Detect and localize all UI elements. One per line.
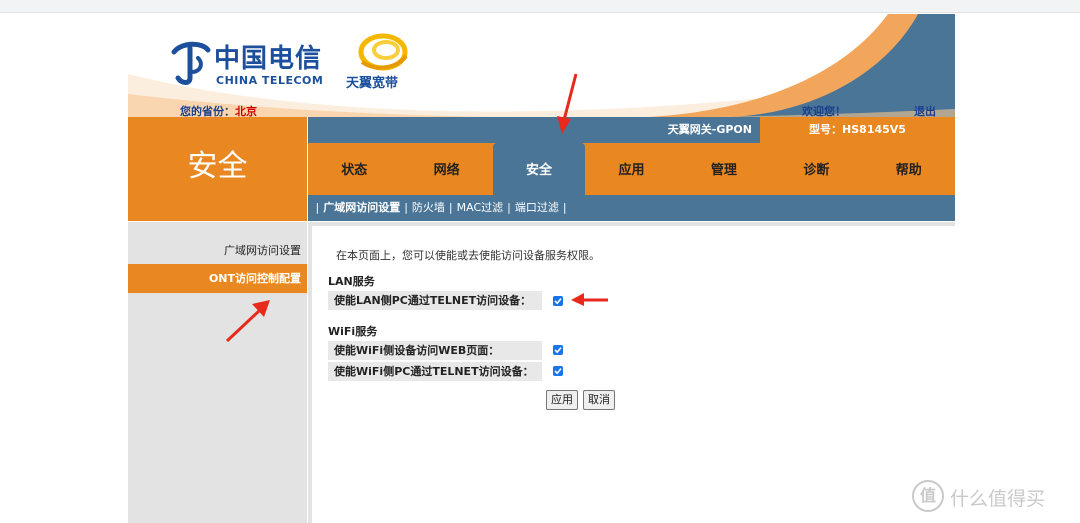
china-telecom-en-name: CHINA TELECOM	[216, 74, 324, 87]
watermark-text: 什么值得买	[950, 488, 1046, 510]
subnav-separator: |	[562, 201, 567, 214]
subnav-port-filter[interactable]: 端口过滤	[515, 201, 559, 214]
check-icon	[554, 368, 562, 375]
tab-status[interactable]: 状态	[308, 143, 400, 195]
wifi-telnet-label: 使能WiFi侧PC通过TELNET访问设备：	[328, 362, 542, 381]
wifi-web-label: 使能WiFi侧设备访问WEB页面：	[328, 341, 542, 360]
province-value: 北京	[235, 105, 257, 117]
lan-telnet-label: 使能LAN侧PC通过TELNET访问设备：	[328, 291, 542, 310]
router-admin-page: 中国电信 CHINA TELECOM 天翼宽带 您的省份：北京 欢迎您！ 退出 …	[128, 14, 955, 523]
subnav-mac-filter[interactable]: MAC过滤	[457, 201, 504, 214]
province-label: 您的省份：	[180, 105, 235, 117]
check-icon	[554, 298, 562, 305]
cancel-button[interactable]: 取消	[583, 390, 615, 410]
subnav-separator: |	[448, 201, 453, 214]
logout-link[interactable]: 退出	[914, 103, 936, 117]
province-info: 您的省份：北京	[180, 103, 257, 117]
subnav-separator: |	[312, 201, 320, 214]
gateway-label: 天翼网关-GPON	[667, 123, 752, 136]
tab-application[interactable]: 应用	[585, 143, 677, 195]
main-tabs: 状态 网络 安全 应用 管理 诊断 帮助	[308, 143, 955, 195]
china-telecom-logo: 中国电信 CHINA TELECOM	[168, 38, 328, 98]
apply-button[interactable]: 应用	[546, 390, 578, 410]
china-telecom-cn-name: 中国电信	[214, 44, 323, 74]
watermark-zhi-icon: 值	[912, 480, 944, 512]
watermark: 值 什么值得买	[912, 480, 1072, 514]
subnav-wan-access[interactable]: 广域网访问设置	[323, 201, 400, 214]
subnav-separator: |	[507, 201, 511, 214]
tab-help[interactable]: 帮助	[863, 143, 955, 195]
right-blank-area	[955, 14, 1080, 523]
tab-security[interactable]: 安全	[492, 143, 586, 195]
china-telecom-emblem-icon	[171, 41, 211, 85]
tab-management[interactable]: 管理	[678, 143, 770, 195]
tianyi-swirl-icon	[358, 33, 408, 71]
lan-section-title: LAN服务	[328, 275, 375, 288]
annotation-arrow-icon	[571, 293, 608, 306]
tianyi-broadband-logo: 天翼宽带	[346, 33, 416, 94]
lan-telnet-checkbox[interactable]	[553, 296, 563, 306]
tianyi-text: 天翼宽带	[346, 76, 399, 91]
subnav-firewall[interactable]: 防火墙	[412, 201, 445, 214]
check-icon	[554, 347, 562, 354]
model-label: 型号：HS8145V5	[760, 117, 955, 143]
wifi-web-checkbox[interactable]	[553, 345, 563, 355]
left-menu-wan-access[interactable]: 广域网访问设置	[224, 242, 301, 258]
page-header: 中国电信 CHINA TELECOM 天翼宽带 您的省份：北京 欢迎您！ 退出	[128, 14, 955, 117]
content-panel: 在本页面上，您可以使能或去使能访问设备服务权限。 LAN服务 使能LAN侧PC通…	[308, 222, 955, 523]
welcome-text: 欢迎您！	[802, 105, 846, 117]
left-menu: 广域网访问设置 ONT访问控制配置	[128, 222, 307, 523]
annotation-arrow-icon	[557, 73, 578, 134]
gateway-bar: 天翼网关-GPON 型号：HS8145V5	[308, 117, 955, 143]
browser-toolbar	[0, 0, 1080, 13]
wifi-section-title: WiFi服务	[328, 325, 378, 338]
wifi-telnet-checkbox[interactable]	[553, 366, 563, 376]
left-menu-ont-access-control[interactable]: ONT访问控制配置	[128, 264, 307, 293]
section-title: 安全	[128, 117, 307, 221]
intro-text: 在本页面上，您可以使能或去使能访问设备服务权限。	[336, 249, 600, 262]
annotation-arrow-icon	[225, 300, 270, 343]
security-subnav: | 广域网访问设置 | 防火墙 | MAC过滤 | 端口过滤 |	[308, 195, 955, 221]
tab-network[interactable]: 网络	[400, 143, 492, 195]
tab-diagnosis[interactable]: 诊断	[770, 143, 862, 195]
subnav-separator: |	[404, 201, 408, 214]
